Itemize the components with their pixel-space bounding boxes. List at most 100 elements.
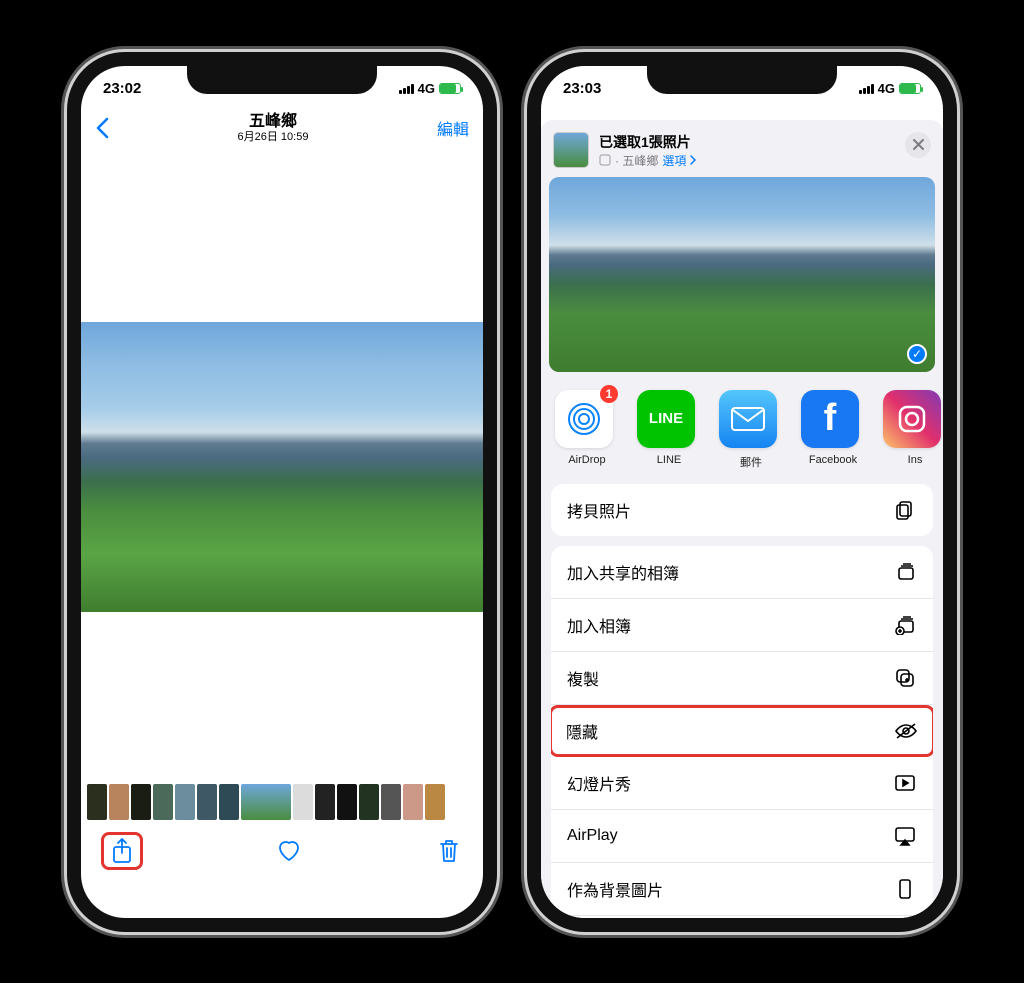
thumbnail[interactable]: [337, 784, 357, 820]
share-sheet: 已選取1張照片 · 五峰鄉 選項 ✓: [541, 120, 943, 918]
facebook-icon: f: [801, 390, 859, 448]
battery-icon: [899, 83, 921, 94]
location-icon: [599, 154, 611, 166]
sheet-header: 已選取1張照片 · 五峰鄉 選項: [541, 120, 943, 177]
hide-icon: [894, 719, 918, 743]
thumbnail[interactable]: [175, 784, 195, 820]
notch: [647, 66, 837, 94]
thumbnail[interactable]: [87, 784, 107, 820]
thumbnail-current[interactable]: [241, 784, 291, 820]
sheet-subtitle: · 五峰鄉 選項: [599, 152, 697, 169]
share-app-airdrop[interactable]: 1 AirDrop: [555, 390, 619, 470]
line-icon: LINE: [637, 390, 695, 448]
action-label: 加入相簿: [567, 613, 631, 637]
duplicate-icon: [893, 666, 917, 690]
action-list-2: 加入共享的相簿 加入相簿 複製 隱藏: [551, 546, 933, 918]
phone-right-share-sheet: 23:03 4G 已選取1張照片 · 五峰鄉 選項: [527, 52, 957, 932]
sheet-thumbnail: [553, 132, 589, 168]
photo-location-title: 五峰鄉: [238, 112, 309, 131]
chevron-right-icon: [690, 155, 697, 165]
network-label: 4G: [418, 81, 435, 96]
action-add-album[interactable]: 加入相簿: [551, 599, 933, 652]
airdrop-icon: [564, 399, 604, 439]
toolbar: [81, 822, 483, 888]
thumbnail[interactable]: [403, 784, 423, 820]
share-app-facebook[interactable]: f Facebook: [801, 390, 865, 470]
app-label: LINE: [637, 454, 701, 466]
thumbnail[interactable]: [359, 784, 379, 820]
mail-icon: [719, 390, 777, 448]
edit-button[interactable]: 編輯: [437, 116, 469, 140]
app-label: Ins: [883, 454, 943, 466]
app-label: AirDrop: [555, 454, 619, 466]
photo-viewer[interactable]: [81, 152, 483, 782]
favorite-button[interactable]: [275, 837, 303, 865]
selected-checkmark-icon: ✓: [907, 344, 927, 364]
shared-album-icon: [893, 560, 917, 584]
close-button[interactable]: [905, 132, 931, 158]
action-slideshow[interactable]: 幻燈片秀: [551, 757, 933, 810]
status-right: 4G: [859, 81, 921, 96]
airdrop-badge: 1: [600, 385, 618, 403]
share-app-mail[interactable]: 郵件: [719, 390, 783, 470]
sheet-title: 已選取1張照片: [599, 132, 697, 152]
close-icon: [913, 139, 924, 150]
network-label: 4G: [878, 81, 895, 96]
share-app-line[interactable]: LINE LINE: [637, 390, 701, 470]
app-label: Facebook: [801, 454, 865, 466]
thumbnail[interactable]: [197, 784, 217, 820]
action-label: 隱藏: [566, 719, 598, 743]
thumbnail[interactable]: [315, 784, 335, 820]
share-button-highlight: [101, 832, 143, 870]
action-label: 加入共享的相簿: [567, 560, 679, 584]
wallpaper-icon: [893, 877, 917, 901]
slideshow-icon: [893, 771, 917, 795]
thumbnail[interactable]: [381, 784, 401, 820]
nav-bar: 五峰鄉 6月26日 10:59 編輯: [81, 106, 483, 152]
action-label: 作為背景圖片: [567, 877, 663, 901]
action-airplay[interactable]: AirPlay: [551, 810, 933, 863]
nav-title: 五峰鄉 6月26日 10:59: [238, 112, 309, 144]
thumbnail[interactable]: [293, 784, 313, 820]
copy-icon: [893, 498, 917, 522]
thumbnail[interactable]: [153, 784, 173, 820]
action-label: 幻燈片秀: [567, 771, 631, 795]
status-time: 23:02: [103, 80, 141, 97]
action-wallpaper[interactable]: 作為背景圖片: [551, 863, 933, 916]
photo-image: [81, 322, 483, 612]
notch: [187, 66, 377, 94]
preview-row: ✓: [541, 177, 943, 382]
options-link[interactable]: 選項: [662, 152, 686, 169]
cellular-bars-icon: [399, 84, 414, 94]
sheet-location: · 五峰鄉: [615, 152, 658, 169]
thumbnail-strip[interactable]: [81, 782, 483, 822]
thumbnail[interactable]: [131, 784, 151, 820]
airplay-icon: [893, 824, 917, 848]
status-time: 23:03: [563, 80, 601, 97]
action-add-shared-album[interactable]: 加入共享的相簿: [551, 546, 933, 599]
photo-date-subtitle: 6月26日 10:59: [238, 131, 309, 144]
preview-image[interactable]: ✓: [549, 177, 935, 372]
cellular-bars-icon: [859, 84, 874, 94]
share-button[interactable]: [108, 837, 136, 865]
phone-left-photos: 23:02 4G 五峰鄉 6月26日 10:59 編輯: [67, 52, 497, 932]
back-button[interactable]: [95, 117, 109, 139]
action-label: AirPlay: [567, 827, 618, 845]
delete-button[interactable]: [435, 837, 463, 865]
thumbnail[interactable]: [425, 784, 445, 820]
add-album-icon: [893, 613, 917, 637]
action-list-1: 拷貝照片: [551, 484, 933, 536]
action-copy-icloud-link[interactable]: 拷貝 iCloud 連結: [551, 916, 933, 918]
action-label: 複製: [567, 666, 599, 690]
action-label: 拷貝照片: [567, 498, 631, 522]
action-hide[interactable]: 隱藏: [551, 705, 933, 757]
thumbnail[interactable]: [109, 784, 129, 820]
action-duplicate[interactable]: 複製: [551, 652, 933, 705]
thumbnail[interactable]: [219, 784, 239, 820]
share-app-instagram[interactable]: Ins: [883, 390, 943, 470]
share-apps-row[interactable]: 1 AirDrop LINE LINE 郵件 f Facebook: [541, 382, 943, 484]
status-right: 4G: [399, 81, 461, 96]
instagram-icon: [883, 390, 941, 448]
battery-icon: [439, 83, 461, 94]
action-copy-photo[interactable]: 拷貝照片: [551, 484, 933, 536]
